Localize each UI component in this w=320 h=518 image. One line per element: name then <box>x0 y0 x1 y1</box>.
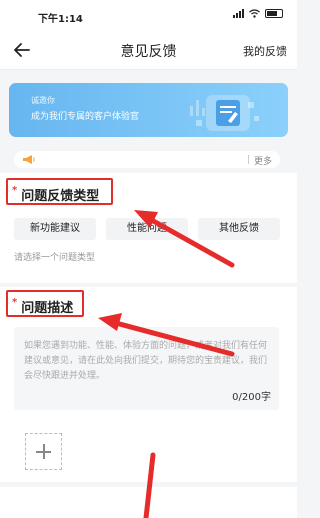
status-time: 下午1:14 <box>38 14 83 25</box>
notice-divider <box>248 155 249 164</box>
feedback-type-title: * 问题反馈类型 <box>12 185 99 204</box>
more-link[interactable]: 更多 <box>254 154 272 167</box>
notice-bar[interactable]: 更多 <box>14 151 280 168</box>
type-option-new-feature[interactable]: 新功能建议 <box>14 218 96 240</box>
next-section <box>0 487 297 518</box>
battery-icon <box>265 9 283 18</box>
feedback-type-label: 问题反馈类型 <box>21 189 100 204</box>
feedback-type-section: * 问题反馈类型 新功能建议 性能问题 其他反馈 请选择一个问题类型 <box>0 173 297 283</box>
nav-bar: 意见反馈 我的反馈 <box>0 30 297 70</box>
description-title: * 问题描述 <box>12 297 73 316</box>
char-counter: 0/200字 <box>232 392 271 403</box>
document-pen-icon <box>190 95 259 131</box>
status-icons <box>233 9 283 18</box>
signal-icon <box>233 9 244 18</box>
description-section: * 问题描述 如果您遇到功能、性能、体验方面的问题，或者对我们有任何建议或意见，请… <box>0 287 297 482</box>
feedback-type-hint: 请选择一个问题类型 <box>14 253 96 263</box>
type-option-other[interactable]: 其他反馈 <box>198 218 280 240</box>
type-option-performance[interactable]: 性能问题 <box>106 218 188 240</box>
megaphone-icon <box>23 155 35 164</box>
banner-line2: 成为我们专属的客户体验官 <box>31 112 140 122</box>
my-feedback-link[interactable]: 我的反馈 <box>243 43 287 59</box>
status-bar: 下午1:14 <box>0 0 297 30</box>
wifi-icon <box>249 9 260 18</box>
banner-line1: 诚邀你 <box>31 96 55 105</box>
experience-officer-banner[interactable]: 诚邀你 成为我们专属的客户体验官 <box>9 83 288 137</box>
description-placeholder: 如果您遇到功能、性能、体验方面的问题，或者对我们有任何建议或意见，请在此处向我们… <box>24 341 268 381</box>
required-mark: * <box>12 185 18 196</box>
add-image-button[interactable] <box>25 433 62 470</box>
required-mark: * <box>12 297 18 308</box>
description-textarea[interactable]: 如果您遇到功能、性能、体验方面的问题，或者对我们有任何建议或意见，请在此处向我们… <box>14 327 279 410</box>
description-label: 问题描述 <box>21 301 74 316</box>
